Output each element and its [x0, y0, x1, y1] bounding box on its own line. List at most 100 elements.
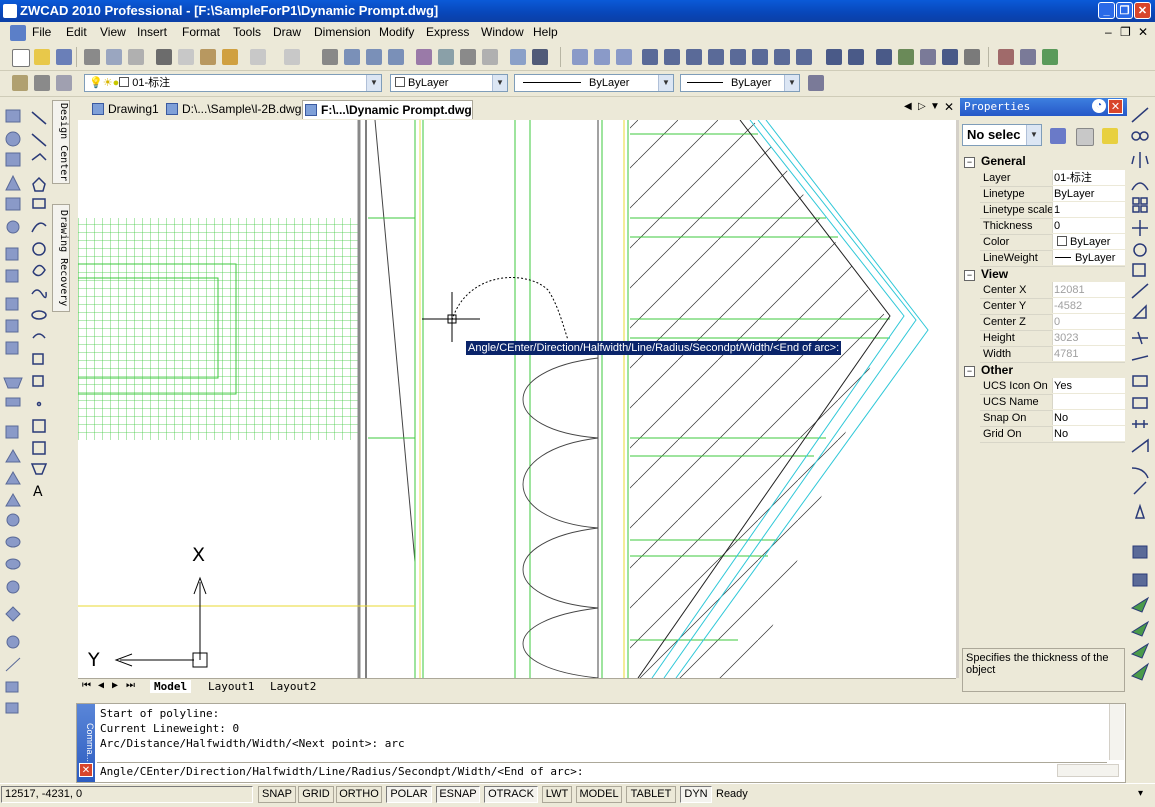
layer-manager-icon[interactable]: [12, 75, 28, 91]
tab-model[interactable]: Model: [150, 680, 192, 693]
menu-tools[interactable]: Tools: [233, 25, 261, 39]
view-cube-icon[interactable]: [796, 49, 812, 65]
menu-format[interactable]: Format: [182, 25, 220, 39]
coordinate-display[interactable]: 12517, -4231, 0: [1, 786, 253, 803]
new-icon[interactable]: [12, 49, 30, 67]
view-cube-icon[interactable]: [752, 49, 768, 65]
prop-row[interactable]: Center X 12081: [980, 282, 1125, 299]
minimize-button[interactable]: _: [1098, 2, 1115, 19]
cut-icon[interactable]: [156, 49, 172, 65]
calculator-icon[interactable]: [482, 49, 498, 65]
linetype-combo[interactable]: ByLayer ▼: [514, 74, 674, 92]
selection-combo[interactable]: No selec ▼: [962, 124, 1042, 146]
prop-row[interactable]: Linetype ByLayer: [980, 186, 1125, 203]
category-general[interactable]: − General: [964, 153, 1125, 169]
view-cube-icon[interactable]: [642, 49, 658, 65]
menu-express[interactable]: Express: [426, 25, 469, 39]
zoom-window-icon[interactable]: [366, 49, 382, 65]
prop-row[interactable]: Height 3023: [980, 330, 1125, 347]
menu-window[interactable]: Window: [481, 25, 524, 39]
prop-row[interactable]: UCS Icon On Yes: [980, 378, 1125, 395]
view-orbit-icon[interactable]: [616, 49, 632, 65]
layer-combo[interactable]: 💡☀● 01-标注 ▼: [84, 74, 382, 92]
publish-icon[interactable]: [128, 49, 144, 65]
quick-select-icon[interactable]: [1102, 128, 1118, 144]
view-cube-icon[interactable]: [664, 49, 680, 65]
category-view[interactable]: − View: [964, 266, 1125, 282]
tab-scroll-left-icon[interactable]: ◀: [904, 101, 912, 112]
tab-scroll-right-icon[interactable]: ▷: [918, 101, 926, 112]
doc-restore-button[interactable]: ❐: [1120, 25, 1131, 39]
print-icon[interactable]: [84, 49, 100, 65]
tray-icon[interactable]: ▾: [1138, 788, 1143, 799]
polar-toggle[interactable]: POLAR: [386, 786, 432, 803]
prop-row[interactable]: Linetype scale 1: [980, 202, 1125, 219]
chevron-down-icon[interactable]: ▼: [1026, 125, 1041, 145]
plot-style-icon[interactable]: [808, 75, 824, 91]
chevron-down-icon[interactable]: ▼: [492, 75, 507, 91]
make-current-icon[interactable]: [34, 75, 50, 91]
view-cube-icon[interactable]: [774, 49, 790, 65]
menu-view[interactable]: View: [100, 25, 126, 39]
prop-row[interactable]: Grid On No: [980, 426, 1125, 443]
ortho-toggle[interactable]: ORTHO: [336, 786, 382, 803]
tab-design-center[interactable]: Design Center: [52, 100, 70, 184]
snap-toggle[interactable]: SNAP: [258, 786, 296, 803]
tab-layout1[interactable]: Layout1: [204, 680, 258, 693]
toggle-pickadd-icon[interactable]: [1050, 128, 1066, 144]
paste-icon[interactable]: [200, 49, 216, 65]
shade-icon[interactable]: [920, 49, 936, 65]
command-hscroll[interactable]: [1057, 764, 1119, 777]
last-tab-icon[interactable]: ⏭: [126, 680, 135, 691]
doc-minimize-button[interactable]: –: [1105, 25, 1112, 39]
tab-close-icon[interactable]: ✕: [944, 100, 954, 114]
match-properties-icon[interactable]: [222, 49, 238, 65]
shade-icon[interactable]: [964, 49, 980, 65]
shade-icon[interactable]: [876, 49, 892, 65]
menu-file[interactable]: File: [32, 25, 51, 39]
select-objects-icon[interactable]: [1076, 128, 1094, 146]
prev-tab-icon[interactable]: ◀: [98, 680, 104, 691]
chevron-down-icon[interactable]: ▼: [658, 75, 673, 91]
tab-dynamic-prompt[interactable]: F:\...\Dynamic Prompt.dwg: [302, 100, 473, 119]
view-cube-icon[interactable]: [730, 49, 746, 65]
copy-icon[interactable]: [178, 49, 194, 65]
menu-edit[interactable]: Edit: [66, 25, 87, 39]
modify-icons[interactable]: [1128, 98, 1154, 698]
toolbar-icons[interactable]: A: [0, 98, 50, 720]
prop-row[interactable]: Snap On No: [980, 410, 1125, 427]
inquiry-icon[interactable]: [1020, 49, 1036, 65]
prop-row[interactable]: Layer 01-标注: [980, 170, 1125, 187]
otrack-toggle[interactable]: OTRACK: [484, 786, 538, 803]
prop-row[interactable]: LineWeight ByLayer: [980, 250, 1125, 267]
menu-help[interactable]: Help: [533, 25, 558, 39]
zoom-previous-icon[interactable]: [388, 49, 404, 65]
tablet-toggle[interactable]: TABLET: [626, 786, 676, 803]
prop-row[interactable]: Center Y -4582: [980, 298, 1125, 315]
chevron-down-icon[interactable]: ▼: [784, 75, 799, 91]
properties-icon[interactable]: [416, 49, 432, 65]
menu-dimension[interactable]: Dimension: [314, 25, 371, 39]
command-input[interactable]: Angle/CEnter/Direction/Halfwidth/Line/Ra…: [100, 765, 583, 778]
view-cube-icon[interactable]: [708, 49, 724, 65]
lwt-toggle[interactable]: LWT: [542, 786, 572, 803]
grid-toggle[interactable]: GRID: [298, 786, 334, 803]
pan-icon[interactable]: [322, 49, 338, 65]
zoom-realtime-icon[interactable]: [344, 49, 360, 65]
save-icon[interactable]: [56, 49, 72, 65]
tab-list-icon[interactable]: ▼: [930, 101, 940, 112]
color-combo[interactable]: ByLayer ▼: [390, 74, 508, 92]
view-cube-icon[interactable]: [686, 49, 702, 65]
layer-previous-icon[interactable]: [56, 75, 72, 91]
view-orbit-icon[interactable]: [594, 49, 610, 65]
tool-palette-icon[interactable]: [460, 49, 476, 65]
help-icon[interactable]: [532, 49, 548, 65]
inquiry-icon[interactable]: [998, 49, 1014, 65]
prop-row[interactable]: Center Z0: [980, 314, 1125, 331]
open-icon[interactable]: [34, 49, 50, 65]
view-orbit-icon[interactable]: [572, 49, 588, 65]
prop-row[interactable]: Color ByLayer: [980, 234, 1125, 251]
prop-row[interactable]: Thickness 0: [980, 218, 1125, 235]
restore-button[interactable]: ❐: [1116, 2, 1133, 19]
redo-icon[interactable]: [284, 49, 300, 65]
